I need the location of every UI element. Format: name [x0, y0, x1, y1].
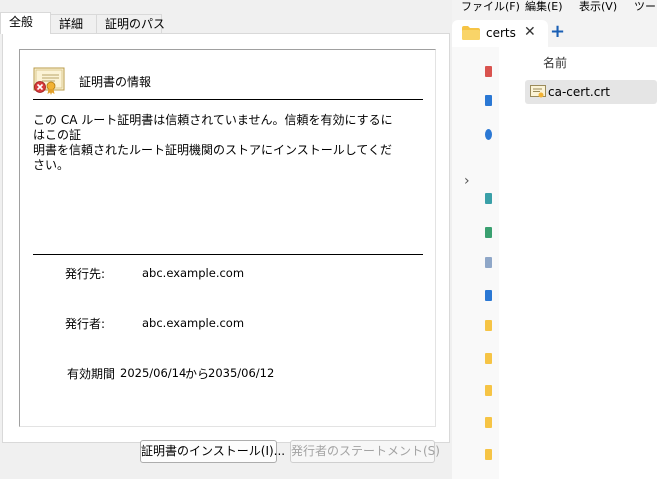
- divider: [33, 99, 423, 100]
- nav-item-icon[interactable]: [485, 66, 492, 77]
- menu-tools[interactable]: ツー: [634, 0, 656, 13]
- navigation-pane: ›: [452, 47, 499, 479]
- general-panel: 証明書の情報 この CA ルート証明書は信頼されていません。信頼を有効にするには…: [2, 33, 450, 443]
- certificate-error-icon: [33, 67, 65, 95]
- certificate-info-box: 証明書の情報 この CA ルート証明書は信頼されていません。信頼を有効にするには…: [19, 49, 436, 427]
- folder-icon: [462, 26, 480, 40]
- install-certificate-button[interactable]: 証明書のインストール(I)...: [140, 440, 285, 463]
- close-tab-icon[interactable]: ✕: [524, 24, 536, 40]
- menu-view[interactable]: 表示(V): [579, 0, 617, 13]
- file-name: ca-cert.crt: [548, 85, 610, 99]
- tab-general[interactable]: 全般: [0, 12, 51, 34]
- valid-range-word: から: [185, 367, 210, 381]
- certificate-info-title: 証明書の情報: [79, 75, 152, 89]
- menu-bar: ファイル(F) 編集(E) 表示(V) ツー: [452, 0, 657, 14]
- certificate-file-icon: [530, 85, 546, 98]
- issued-to-value: abc.example.com: [142, 266, 245, 280]
- tab-details[interactable]: 詳細: [50, 14, 97, 33]
- certificate-dialog: 全般 詳細 証明のパス 証明書の情報 この CA ルート証明書は信頼されていませ…: [0, 0, 453, 479]
- issuer-statement-button[interactable]: 発行者のステートメント(S): [290, 440, 440, 463]
- explorer-tabstrip: certs ✕ +: [452, 20, 657, 47]
- nav-item-icon[interactable]: [485, 193, 492, 204]
- issued-by-value: abc.example.com: [142, 316, 245, 330]
- menu-file[interactable]: ファイル(F): [461, 0, 520, 13]
- menu-edit[interactable]: 編集(E): [525, 0, 563, 13]
- tab-certification-path[interactable]: 証明のパス: [96, 14, 165, 33]
- nav-item-icon[interactable]: [485, 290, 492, 301]
- tab-certs[interactable]: certs ✕: [452, 20, 548, 47]
- file-list: 名前 ca-cert.crt: [499, 47, 657, 479]
- nav-item-icon[interactable]: [485, 257, 492, 268]
- new-tab-icon[interactable]: +: [550, 21, 565, 42]
- tab-title: certs: [486, 26, 516, 40]
- folder-icon[interactable]: [485, 417, 492, 428]
- folder-icon[interactable]: [485, 449, 492, 460]
- dialog-tabs: 全般 詳細 証明のパス: [0, 12, 452, 34]
- folder-icon[interactable]: [485, 320, 492, 331]
- expand-chevron-icon[interactable]: ›: [464, 173, 470, 189]
- column-header-name[interactable]: 名前: [543, 54, 567, 71]
- trust-warning-message: この CA ルート証明書は信頼されていません。信頼を有効にするにはこの証 明書を…: [33, 113, 393, 172]
- valid-from-date: 2025/06/14: [120, 366, 187, 380]
- issued-to-label: 発行先:: [65, 267, 106, 281]
- folder-icon[interactable]: [485, 353, 492, 364]
- divider: [33, 254, 423, 255]
- nav-item-icon[interactable]: [485, 227, 492, 238]
- nav-item-icon[interactable]: [485, 129, 492, 140]
- valid-to-date: 2035/06/12: [208, 366, 275, 380]
- folder-icon[interactable]: [485, 385, 492, 396]
- validity-label: 有効期間: [67, 367, 116, 381]
- file-row-ca-cert[interactable]: ca-cert.crt: [525, 80, 657, 104]
- issued-by-label: 発行者:: [65, 317, 106, 331]
- file-explorer-window: ファイル(F) 編集(E) 表示(V) ツー certs ✕ + › 名前 ca…: [452, 0, 657, 479]
- nav-item-icon[interactable]: [485, 95, 492, 106]
